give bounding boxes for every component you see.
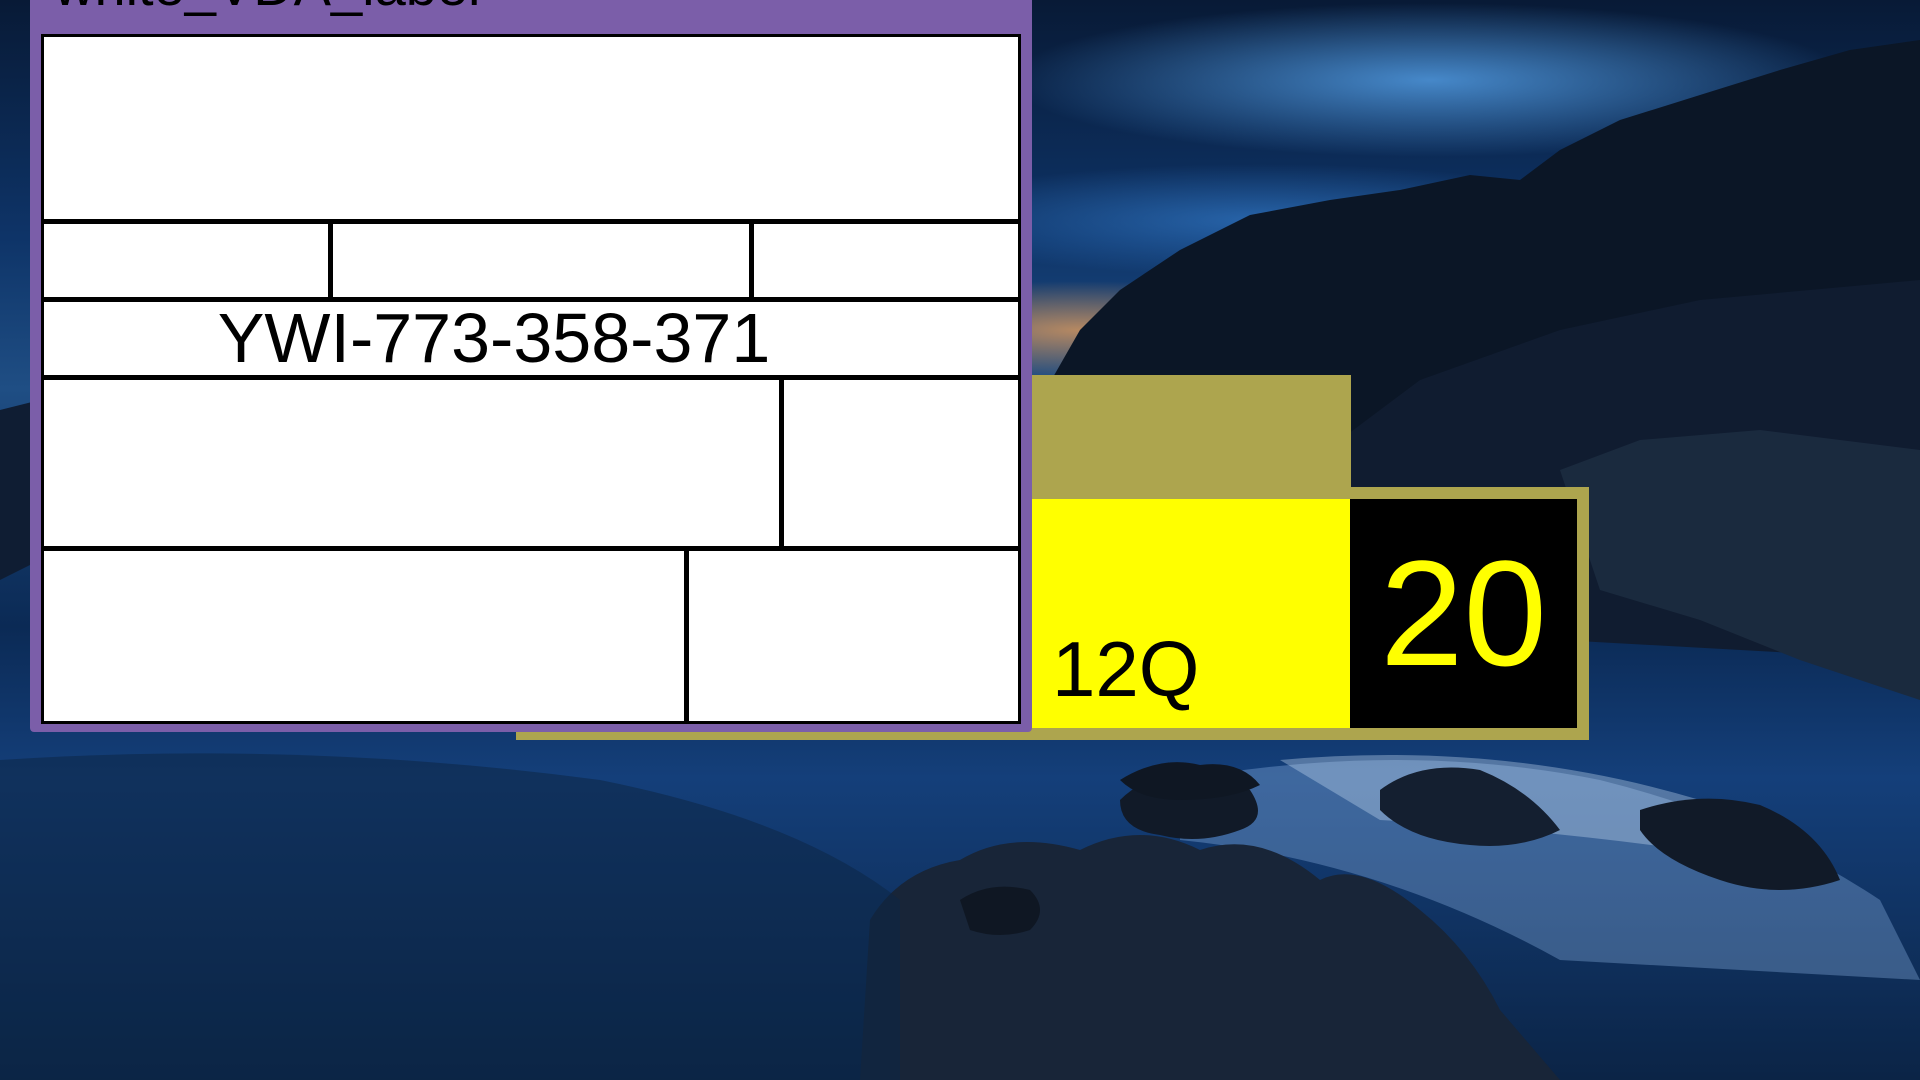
yellow-label-code: 12Q (1052, 625, 1200, 713)
desktop-background: pel 12Q 20 white_VDA_label YWI-773-358-3… (0, 0, 1920, 1080)
label-cell-divider-2 (749, 223, 754, 301)
white-label-title: white_VDA_label (54, 0, 480, 24)
label-divider-4 (44, 546, 1018, 551)
right-rocks (1560, 430, 1920, 700)
label-cell-divider-3 (779, 379, 784, 549)
label-cell-divider-1 (328, 223, 333, 301)
label-cell-divider-4 (684, 550, 689, 721)
vda-label-body: YWI-773-358-371 (41, 34, 1021, 724)
label-identifier: YWI-773-358-371 (217, 299, 771, 377)
label-divider-1 (44, 219, 1018, 224)
lower-left-water (0, 753, 900, 1080)
white-vda-label-window[interactable]: white_VDA_label YWI-773-358-371 (30, 0, 1032, 732)
yellow-label-number: 20 (1350, 499, 1577, 728)
label-divider-3 (44, 375, 1018, 380)
rock-cluster-5 (960, 886, 1040, 935)
